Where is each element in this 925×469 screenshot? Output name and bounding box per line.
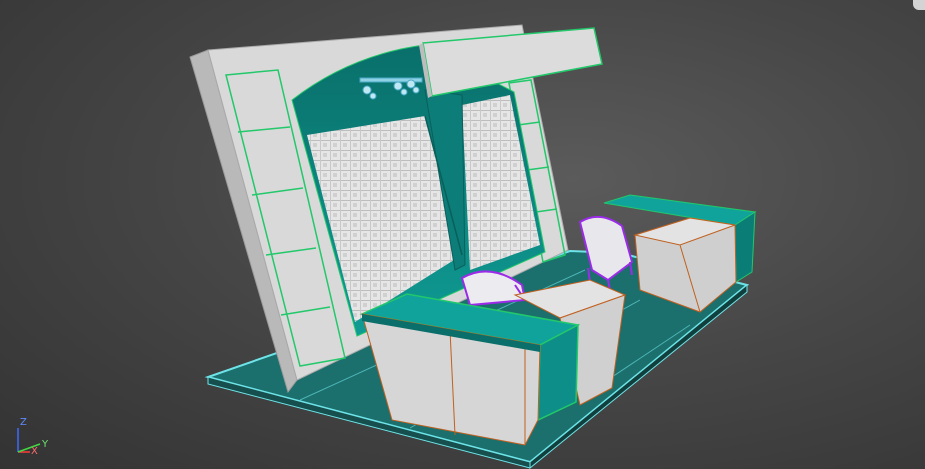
z-axis-label: Z bbox=[20, 417, 27, 428]
scene-canvas[interactable] bbox=[0, 0, 925, 469]
3d-viewport[interactable]: Z X Y bbox=[0, 0, 925, 469]
x-axis-label: X bbox=[31, 446, 38, 457]
viewcube-corner-handle[interactable] bbox=[913, 0, 925, 10]
y-axis-label: Y bbox=[42, 439, 49, 450]
axis-gizmo: Z X Y bbox=[6, 414, 56, 460]
